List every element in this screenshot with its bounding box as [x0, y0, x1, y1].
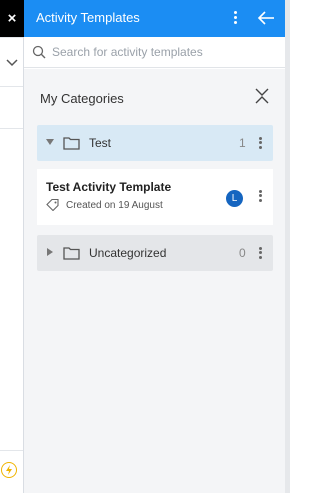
chevron-down-icon[interactable]: [4, 56, 20, 70]
folder-label: Test: [89, 136, 112, 150]
avatar: L: [226, 190, 243, 207]
tag-icon: [46, 199, 59, 211]
caret-down-icon[interactable]: [46, 138, 54, 146]
folder-count: 0: [239, 246, 246, 260]
panel-header: Activity Templates: [24, 0, 285, 37]
folder-icon: [63, 247, 80, 260]
folder-label: Uncategorized: [89, 246, 167, 260]
background-page-strip: ×: [0, 0, 24, 493]
folder-icon: [63, 137, 80, 150]
close-icon[interactable]: ×: [0, 0, 24, 37]
scrollbar-track: [285, 0, 290, 493]
categories-heading: My Categories: [40, 91, 124, 106]
divider: [0, 128, 23, 129]
search-input[interactable]: [52, 42, 277, 62]
divider: [0, 37, 23, 38]
folder-row-test[interactable]: Test 1: [37, 125, 273, 161]
kebab-icon[interactable]: [231, 9, 239, 27]
folder-row-uncategorized[interactable]: Uncategorized 0: [37, 235, 273, 271]
activity-templates-panel: Activity Templates My Categories: [24, 0, 285, 493]
template-created-date: Created on 19 August: [66, 200, 163, 211]
divider: [0, 86, 23, 87]
categories-area: My Categories Test 1 Test Activity Templ: [24, 69, 285, 493]
search-bar: [24, 37, 285, 68]
folder-count: 1: [239, 136, 246, 150]
kebab-icon[interactable]: [257, 135, 263, 151]
template-card[interactable]: Test Activity Template Created on 19 Aug…: [37, 169, 273, 225]
app-root: × Activity Templates Search for activity…: [0, 0, 290, 493]
panel-title: Activity Templates: [36, 10, 140, 25]
kebab-icon[interactable]: [257, 245, 263, 261]
lightning-icon[interactable]: [1, 462, 17, 478]
divider: [0, 450, 23, 451]
collapse-icon[interactable]: [254, 86, 270, 106]
search-icon: [32, 45, 46, 59]
caret-right-icon[interactable]: [46, 248, 54, 256]
kebab-icon[interactable]: [257, 188, 263, 204]
template-name: Test Activity Template: [46, 180, 172, 194]
arrow-left-icon[interactable]: [256, 9, 276, 27]
